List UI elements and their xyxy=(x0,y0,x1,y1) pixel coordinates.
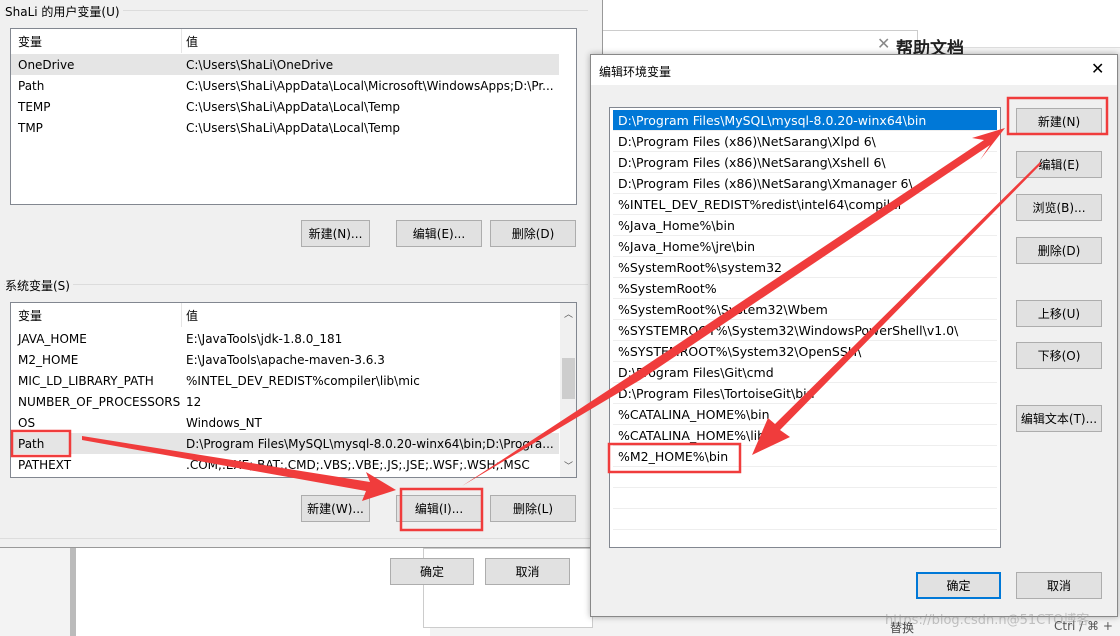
highlight-path-row xyxy=(10,429,72,458)
annotation-overlay xyxy=(10,96,1109,532)
arrow-to-edit-button xyxy=(82,436,396,501)
highlight-new-entry xyxy=(607,442,742,474)
highlight-edit-button xyxy=(399,487,484,532)
arrow-to-new-button xyxy=(462,128,1005,486)
highlight-new-button xyxy=(1006,96,1109,136)
